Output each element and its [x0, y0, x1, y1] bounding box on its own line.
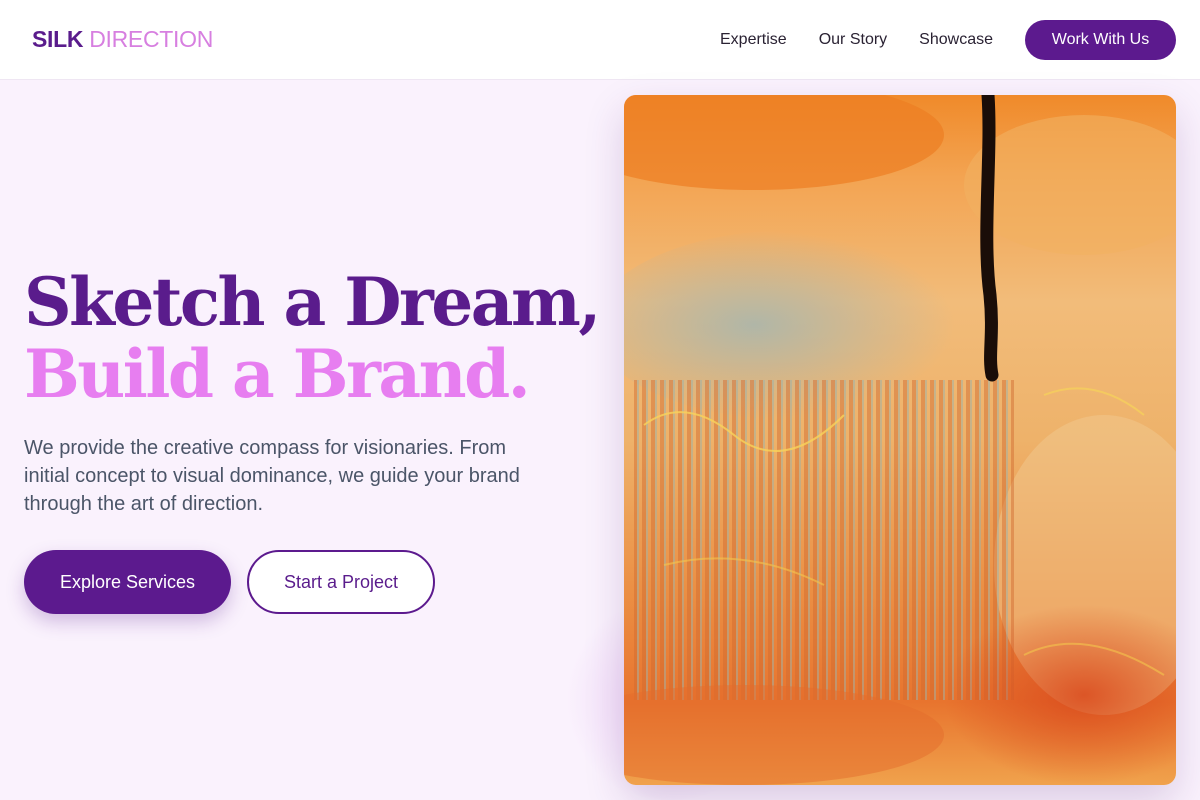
site-header: SILK DIRECTION Expertise Our Story Showc…: [0, 0, 1200, 80]
logo-secondary-text: DIRECTION: [89, 26, 214, 52]
headline-line-1: Sketch a Dream,: [24, 263, 601, 341]
hero-headline: Sketch a Dream, Build a Brand.: [24, 263, 601, 413]
nav-link-our-story[interactable]: Our Story: [819, 31, 887, 49]
work-with-us-button[interactable]: Work With Us: [1025, 19, 1176, 60]
logo-primary-text: SILK: [32, 26, 84, 52]
hero-description: We provide the creative compass for visi…: [24, 437, 520, 515]
brand-logo[interactable]: SILK DIRECTION: [32, 26, 213, 53]
main-nav: Expertise Our Story Showcase Work With U…: [720, 19, 1176, 60]
headline-line-2: Build a Brand.: [24, 335, 531, 413]
hero-artwork-image: [624, 95, 1176, 785]
nav-link-expertise[interactable]: Expertise: [720, 31, 787, 49]
start-project-button[interactable]: Start a Project: [247, 550, 435, 614]
nav-link-showcase[interactable]: Showcase: [919, 31, 993, 49]
explore-services-button[interactable]: Explore Services: [24, 550, 231, 614]
